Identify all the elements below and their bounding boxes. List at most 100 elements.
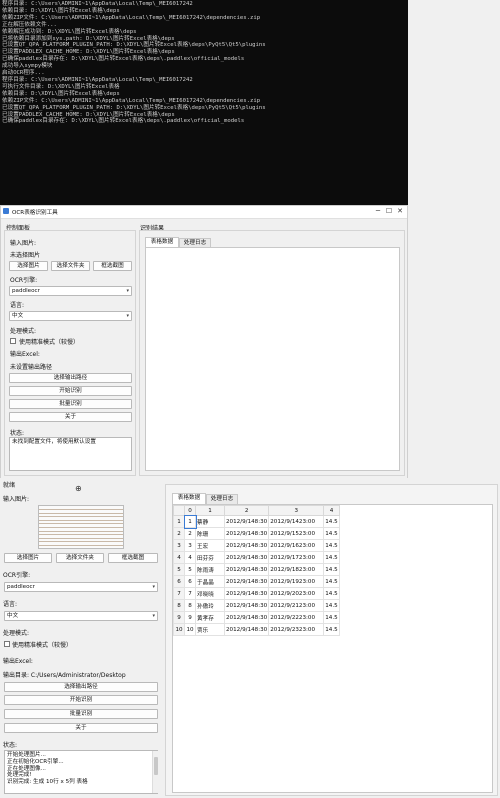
table-row[interactable]: 8 8 孙傲玲 2012/9/148:30 2012/9/2123:00 14.5: [173, 599, 340, 612]
about-button[interactable]: 关于: [9, 412, 132, 422]
engine-select-2[interactable]: paddleocr ▾: [4, 582, 158, 592]
table-cell[interactable]: 2012/9/1723:00: [268, 551, 325, 564]
about-button-2[interactable]: 关于: [4, 723, 158, 733]
row-header[interactable]: 5: [173, 563, 185, 576]
table-cell[interactable]: 14.5: [323, 539, 340, 552]
table-cell[interactable]: 14.5: [323, 623, 340, 636]
table-cell[interactable]: 3: [184, 539, 196, 552]
table-cell[interactable]: 2012/9/148:30: [223, 611, 270, 624]
table-row[interactable]: 6 6 于晶晶 2012/9/148:30 2012/9/1923:00 14.5: [173, 575, 340, 588]
table-cell[interactable]: 田芬芬: [195, 551, 225, 564]
column-header[interactable]: 2: [223, 505, 270, 516]
column-header[interactable]: 1: [195, 505, 225, 516]
crop-screenshot-button-2[interactable]: 框选截图: [108, 553, 158, 563]
table-cell[interactable]: 2012/9/148:30: [223, 551, 270, 564]
table-row[interactable]: 7 7 邓晓晓 2012/9/148:30 2012/9/2023:00 14.5: [173, 587, 340, 600]
table-cell[interactable]: 2: [184, 527, 196, 540]
row-header[interactable]: 7: [173, 587, 185, 600]
table-cell[interactable]: 2012/9/2323:00: [268, 623, 325, 636]
status-textbox[interactable]: 未找到配置文件，将使用默认设置: [9, 437, 132, 471]
table-row[interactable]: 9 9 黄孝存 2012/9/148:30 2012/9/2223:00 14.5: [173, 611, 340, 624]
status-log[interactable]: 开始处理图片... 正在初始化OCR引擎... 正在处理图像... 处理完成! 识别完成…: [4, 750, 158, 794]
tab-process-log-2[interactable]: 处理日志: [206, 494, 238, 504]
table-cell[interactable]: 8: [184, 599, 196, 612]
close-button[interactable]: ✕: [395, 207, 405, 215]
table-row[interactable]: 5 5 陈雨涛 2012/9/148:30 2012/9/1823:00 14.5: [173, 563, 340, 576]
table-cell[interactable]: 2012/9/148:30: [223, 527, 270, 540]
table-cell[interactable]: 2012/9/148:30: [223, 515, 270, 528]
table-cell[interactable]: 2012/9/1623:00: [268, 539, 325, 552]
table-cell[interactable]: 2012/9/2023:00: [268, 587, 325, 600]
title-bar[interactable]: OCR表格识别工具 ─ ☐ ✕: [1, 206, 407, 219]
column-header[interactable]: 0: [184, 505, 196, 516]
table-cell[interactable]: 孙傲玲: [195, 599, 225, 612]
row-header[interactable]: 9: [173, 611, 185, 624]
table-cell[interactable]: 14.5: [323, 611, 340, 624]
row-header[interactable]: 1: [173, 515, 185, 528]
precise-mode-checkbox[interactable]: [10, 338, 16, 344]
select-output-button-2[interactable]: 选择输出路径: [4, 682, 158, 692]
row-header[interactable]: 6: [173, 575, 185, 588]
engine-select[interactable]: paddleocr ▾: [9, 286, 132, 296]
table-cell[interactable]: 10: [184, 623, 196, 636]
select-image-button[interactable]: 选择图片: [9, 261, 48, 271]
table-cell[interactable]: 2012/9/1823:00: [268, 563, 325, 576]
table-cell[interactable]: 于晶晶: [195, 575, 225, 588]
table-cell[interactable]: 2012/9/148:30: [223, 539, 270, 552]
language-select-2[interactable]: 中文 ▾: [4, 611, 158, 621]
maximize-button[interactable]: ☐: [384, 207, 394, 215]
table-cell[interactable]: 14.5: [323, 599, 340, 612]
table-cell[interactable]: 14.5: [323, 575, 340, 588]
select-output-button[interactable]: 选择输出路径: [9, 373, 132, 383]
table-cell[interactable]: 陈珊: [195, 527, 225, 540]
table-cell[interactable]: 2012/9/148:30: [223, 563, 270, 576]
table-cell[interactable]: 蔡静: [195, 515, 225, 528]
row-header[interactable]: 2: [173, 527, 185, 540]
table-row[interactable]: 10 10 贾乐 2012/9/148:30 2012/9/2323:00 14.5: [173, 623, 340, 636]
row-header[interactable]: 4: [173, 551, 185, 564]
batch-button[interactable]: 批量识别: [9, 399, 132, 409]
table-row[interactable]: 2 2 陈珊 2012/9/148:30 2012/9/1523:00 14.5: [173, 527, 340, 540]
precise-mode-checkbox-2[interactable]: [4, 641, 10, 647]
table-cell[interactable]: 2012/9/2223:00: [268, 611, 325, 624]
table-cell[interactable]: 5: [184, 563, 196, 576]
column-header[interactable]: 3: [268, 505, 325, 516]
table-cell[interactable]: 14.5: [323, 563, 340, 576]
select-folder-button[interactable]: 选择文件夹: [51, 261, 90, 271]
table-cell[interactable]: 14.5: [323, 587, 340, 600]
table-cell[interactable]: 邓晓晓: [195, 587, 225, 600]
row-header[interactable]: 3: [173, 539, 185, 552]
row-header[interactable]: 8: [173, 599, 185, 612]
tab-table-data-2[interactable]: 表格数据: [172, 493, 206, 504]
table-row[interactable]: 4 4 田芬芬 2012/9/148:30 2012/9/1723:00 14.5: [173, 551, 340, 564]
batch-button-2[interactable]: 批量识别: [4, 709, 158, 719]
status-scrollbar[interactable]: [152, 751, 159, 793]
row-header[interactable]: 10: [173, 623, 185, 636]
table-cell[interactable]: 王宏: [195, 539, 225, 552]
table-row[interactable]: 3 3 王宏 2012/9/148:30 2012/9/1623:00 14.5: [173, 539, 340, 552]
table-cell[interactable]: 2012/9/1923:00: [268, 575, 325, 588]
language-select[interactable]: 中文 ▾: [9, 311, 132, 321]
table-cell[interactable]: 2012/9/148:30: [223, 575, 270, 588]
table-cell[interactable]: 2012/9/1423:00: [268, 515, 325, 528]
select-image-button-2[interactable]: 选择图片: [4, 553, 52, 563]
table-cell[interactable]: 2012/9/148:30: [223, 623, 270, 636]
table-cell[interactable]: 陈雨涛: [195, 563, 225, 576]
table-cell[interactable]: 2012/9/1523:00: [268, 527, 325, 540]
table-cell[interactable]: 14.5: [323, 527, 340, 540]
minimize-button[interactable]: ─: [373, 207, 383, 215]
table-cell[interactable]: 14.5: [323, 515, 340, 528]
table-cell[interactable]: 6: [184, 575, 196, 588]
table-corner[interactable]: [173, 505, 185, 516]
table-cell[interactable]: 2012/9/148:30: [223, 599, 270, 612]
crop-screenshot-button[interactable]: 框选截图: [93, 261, 132, 271]
table-cell[interactable]: 4: [184, 551, 196, 564]
start-button[interactable]: 开始识别: [9, 386, 132, 396]
scrollbar-thumb[interactable]: [154, 757, 158, 775]
select-folder-button-2[interactable]: 选择文件夹: [56, 553, 104, 563]
table-cell[interactable]: 1: [183, 514, 197, 529]
table-row[interactable]: 1 1 蔡静 2012/9/148:30 2012/9/1423:00 14.5: [173, 514, 340, 529]
table-cell[interactable]: 9: [184, 611, 196, 624]
table-cell[interactable]: 7: [184, 587, 196, 600]
start-button-2[interactable]: 开始识别: [4, 695, 158, 705]
